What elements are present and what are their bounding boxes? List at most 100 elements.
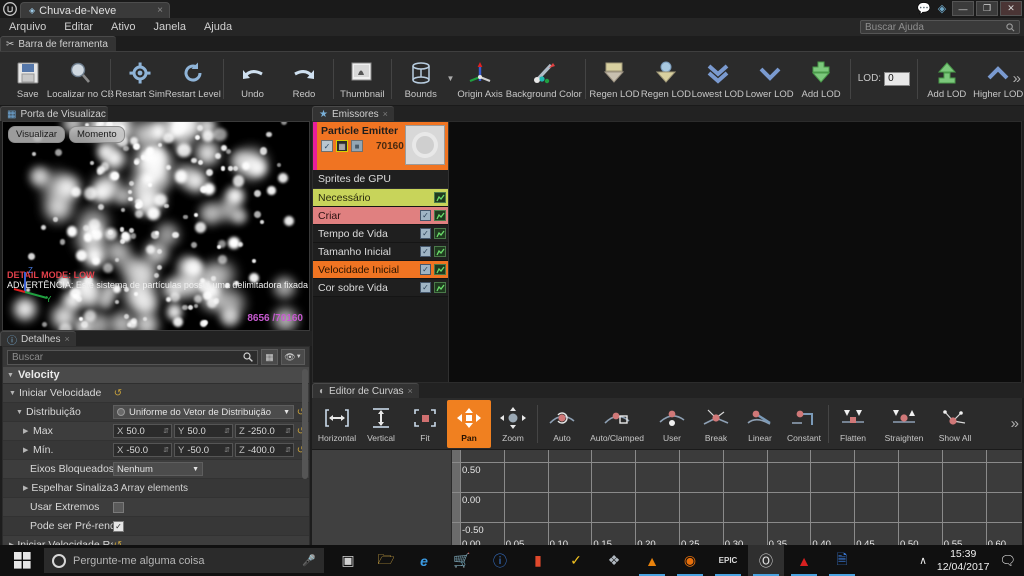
pan-button[interactable]: Pan <box>447 399 491 448</box>
firefox-icon[interactable]: ◉ <box>672 545 708 576</box>
curve-toggle-icon[interactable] <box>434 282 446 293</box>
minimize-button[interactable]: — <box>952 1 974 16</box>
curve-toolbar-overflow-icon[interactable]: » <box>1011 415 1019 432</box>
curve-toggle-icon[interactable] <box>434 228 446 239</box>
edge-browser-icon[interactable]: e <box>406 545 442 576</box>
property-row-can-be-baked[interactable]: Pode ser Pré-rende ✓ <box>3 517 309 536</box>
curve-graph[interactable]: 0.000.050.100.150.200.250.300.350.400.45… <box>452 450 1022 552</box>
module-enable-checkbox[interactable]: ✓ <box>420 228 431 239</box>
acrobat-icon[interactable]: ▲ <box>786 545 822 576</box>
tangent-constant-button[interactable]: Constant <box>782 400 826 448</box>
store-icon[interactable]: 🛒 <box>444 545 480 576</box>
spinner-icon[interactable]: ⇵ <box>285 446 291 454</box>
eye-icon[interactable]: 👁 ▼ <box>281 349 305 365</box>
render-checkbox[interactable]: ■ <box>351 140 363 152</box>
close-icon[interactable]: × <box>408 386 413 396</box>
antivirus-icon[interactable]: ✓ <box>558 545 594 576</box>
use-extremes-checkbox[interactable] <box>113 501 124 513</box>
regen-lod-button-1[interactable]: Regen LOD <box>589 53 640 105</box>
epic-launcher-icon[interactable]: EPIC <box>710 545 746 576</box>
details-scrollbar[interactable] <box>302 369 308 479</box>
feedback-icon[interactable]: 💬 <box>916 1 932 16</box>
module-row-spawn[interactable]: Criar ✓ <box>313 207 448 225</box>
spinner-icon[interactable]: ⇵ <box>163 446 169 454</box>
tangent-break-button[interactable]: Break <box>694 400 738 448</box>
min-x-input[interactable]: X -50.0 ⇵ <box>113 443 172 457</box>
preview-viewport[interactable]: Visualizar Momento DETAIL MODE: LOW ADVE… <box>2 121 310 331</box>
solo-checkbox[interactable]: ▦ <box>336 140 348 152</box>
module-row-required[interactable]: Necessário <box>313 189 448 207</box>
unreal-editor-icon[interactable]: Ⓞ <box>748 545 784 576</box>
lowest-lod-button[interactable]: Lowest LOD <box>692 53 744 105</box>
property-row-start-velocity[interactable]: ▼ Iniciar Velocidade ↺ <box>3 384 309 403</box>
bounds-dropdown-icon[interactable]: ▼ <box>446 74 454 83</box>
emitter-header[interactable]: Particle Emitter ✓ ▦ ■ 70160 <box>313 122 448 170</box>
max-x-input[interactable]: X 50.0 ⇵ <box>113 424 172 438</box>
locked-axes-dropdown[interactable]: Nenhum ▼ <box>113 462 203 476</box>
close-button[interactable]: ✕ <box>1000 1 1022 16</box>
min-y-input[interactable]: Y -50.0 ⇵ <box>174 443 233 457</box>
origin-axis-button[interactable]: Origin Axis <box>454 53 505 105</box>
redo-button[interactable]: Redo <box>278 53 329 105</box>
property-row-distribution[interactable]: ▼ Distribuição Uniforme do Vetor de Dist… <box>3 403 309 422</box>
help-search-input[interactable]: Buscar Ajuda <box>860 20 1020 34</box>
close-icon[interactable]: × <box>64 334 69 344</box>
can-be-baked-checkbox[interactable]: ✓ <box>113 520 124 532</box>
emitters-tab[interactable]: ★ Emissores × <box>312 106 394 121</box>
cube-icon[interactable]: ◈ <box>934 1 950 16</box>
module-enable-checkbox[interactable]: ✓ <box>420 210 431 221</box>
regen-lod-button-2[interactable]: Regen LOD <box>640 53 691 105</box>
category-header-velocity[interactable]: ▼ Velocity <box>3 367 309 384</box>
restart-sim-button[interactable]: Restart Sim <box>114 53 165 105</box>
viewport-tab[interactable]: ▦ Porta de Visualizac × <box>0 106 108 121</box>
add-lod-up-button[interactable]: Add LOD <box>921 53 972 105</box>
tray-chevron-icon[interactable]: ∧ <box>919 555 927 567</box>
distribution-dropdown[interactable]: Uniforme do Vetor de Distribuição ▼ <box>113 405 294 419</box>
fit-horizontal-button[interactable]: Horizontal <box>315 400 359 448</box>
file-explorer-icon[interactable]: 🗁 <box>368 545 404 576</box>
curve-toggle-icon[interactable] <box>434 210 446 221</box>
reset-icon[interactable]: ↺ <box>113 388 123 399</box>
close-icon[interactable]: × <box>157 5 163 16</box>
module-enable-checkbox[interactable]: ✓ <box>420 282 431 293</box>
expand-triangle-icon[interactable]: ▶ <box>23 427 30 435</box>
zoom-button[interactable]: Zoom <box>491 400 535 448</box>
property-row-max[interactable]: ▶ Max X 50.0 ⇵ Y 50.0 ⇵ Z -250.0 ⇵ ↺ <box>3 422 309 441</box>
spinner-icon[interactable]: ⇵ <box>285 427 291 435</box>
property-row-locked-axes[interactable]: Eixos Bloqueados Nenhum ▼ <box>3 460 309 479</box>
show-all-button[interactable]: Show All <box>933 400 977 448</box>
save-button[interactable]: Save <box>2 53 53 105</box>
toolbar-tab[interactable]: ✂ Barra de ferramenta <box>0 36 116 51</box>
fit-vertical-button[interactable]: Vertical <box>359 400 403 448</box>
module-row-color-over-life[interactable]: Cor sobre Vida ✓ <box>313 279 448 297</box>
emitter-thumbnail[interactable] <box>405 125 445 165</box>
task-view-icon[interactable]: ▣ <box>330 545 366 576</box>
expand-triangle-icon[interactable]: ▶ <box>23 446 30 454</box>
lower-lod-button[interactable]: Lower LOD <box>744 53 795 105</box>
document-tab[interactable]: ◈ Chuva-de-Neve × <box>20 2 170 18</box>
module-enable-checkbox[interactable]: ✓ <box>420 264 431 275</box>
add-lod-down-button[interactable]: Add LOD <box>795 53 846 105</box>
tangent-autoclamped-button[interactable]: Auto/Clamped <box>584 400 650 448</box>
max-z-input[interactable]: Z -250.0 ⇵ <box>235 424 294 438</box>
maximize-button[interactable]: ❐ <box>976 1 998 16</box>
min-z-input[interactable]: Z -400.0 ⇵ <box>235 443 294 457</box>
menu-editar[interactable]: Editar <box>55 18 102 36</box>
curve-track-list[interactable] <box>312 450 452 552</box>
spinner-icon[interactable]: ⇵ <box>224 446 230 454</box>
lod-value-input[interactable]: 0 <box>884 71 911 86</box>
straighten-button[interactable]: Straighten <box>875 400 933 448</box>
property-row-min[interactable]: ▶ Mín. X -50.0 ⇵ Y -50.0 ⇵ Z -400.0 ⇵ ↺ <box>3 441 309 460</box>
max-y-input[interactable]: Y 50.0 ⇵ <box>174 424 233 438</box>
office-icon[interactable]: ▮ <box>520 545 556 576</box>
store2-icon[interactable]: ❖ <box>596 545 632 576</box>
module-row-lifetime[interactable]: Tempo de Vida ✓ <box>313 225 448 243</box>
windows-start-icon[interactable] <box>0 545 44 576</box>
tangent-auto-button[interactable]: Auto <box>540 400 584 448</box>
undo-button[interactable]: Undo <box>227 53 278 105</box>
details-search-input[interactable]: Buscar <box>7 349 258 365</box>
property-row-use-extremes[interactable]: Usar Extremos <box>3 498 309 517</box>
menu-arquivo[interactable]: Arquivo <box>0 18 55 36</box>
curve-toggle-icon[interactable] <box>434 264 446 275</box>
emitters-empty-space[interactable] <box>449 122 1021 382</box>
